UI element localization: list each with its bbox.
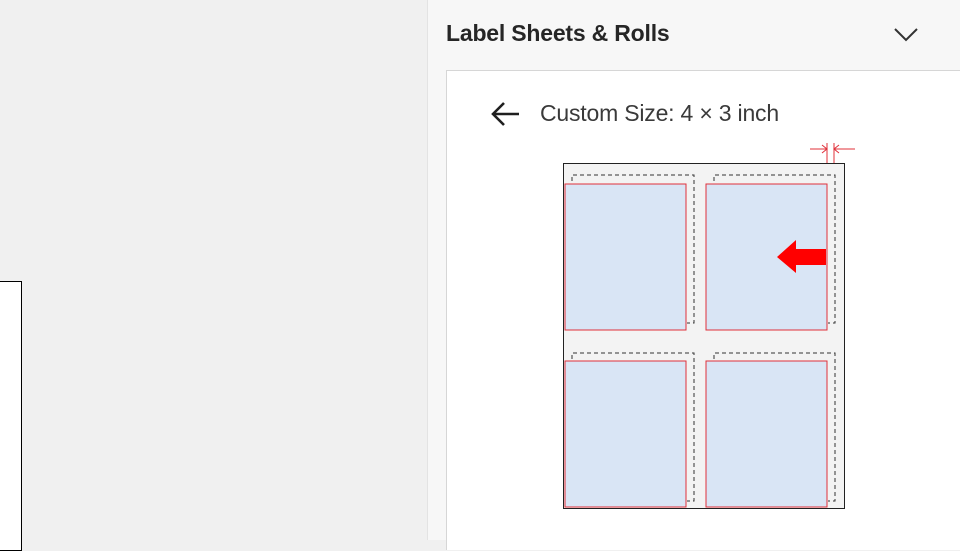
document-page: [0, 281, 22, 551]
arrow-left-icon: [491, 102, 519, 126]
panel-header: Label Sheets & Rolls: [428, 0, 960, 70]
document-canvas: [0, 0, 427, 551]
label-slot: [564, 183, 687, 331]
collapse-button[interactable]: [890, 20, 922, 50]
label-layout-diagram: [563, 143, 855, 509]
panel-body: Custom Size: 4 × 3 inch: [446, 70, 960, 550]
panel-title: Label Sheets & Rolls: [446, 20, 670, 46]
label-sheets-panel: Label Sheets & Rolls Custom Size: 4 × 3 …: [428, 0, 960, 550]
custom-size-label: Custom Size: 4 × 3 inch: [540, 100, 779, 126]
label-slot: [705, 360, 828, 508]
chevron-down-icon: [894, 28, 918, 42]
back-button[interactable]: [489, 99, 523, 129]
label-slot: [564, 360, 687, 508]
